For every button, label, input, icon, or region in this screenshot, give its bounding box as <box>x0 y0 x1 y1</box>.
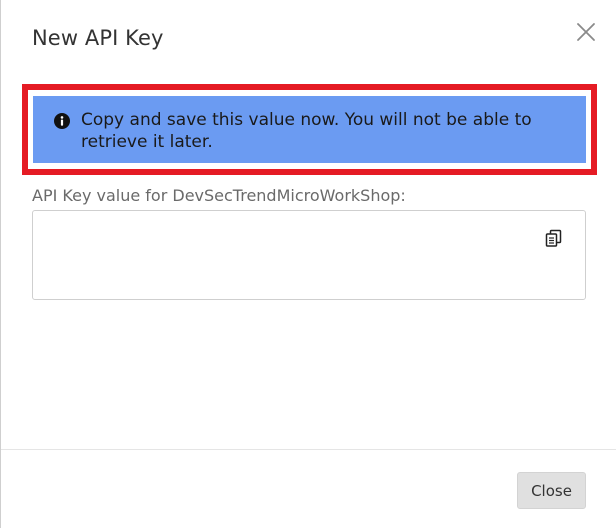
info-icon <box>54 113 70 129</box>
close-icon[interactable] <box>574 20 598 44</box>
footer-divider <box>1 449 616 450</box>
new-api-key-dialog: New API Key Copy and save this value now… <box>0 0 616 528</box>
api-key-value-box[interactable] <box>32 210 586 300</box>
close-button[interactable]: Close <box>517 472 586 509</box>
callout-message: Copy and save this value now. You will n… <box>81 110 532 152</box>
info-callout: Copy and save this value now. You will n… <box>33 96 586 163</box>
api-key-label: API Key value for DevSecTrendMicroWorkSh… <box>32 186 406 205</box>
dialog-title: New API Key <box>32 26 164 50</box>
copy-icon[interactable] <box>544 228 564 248</box>
